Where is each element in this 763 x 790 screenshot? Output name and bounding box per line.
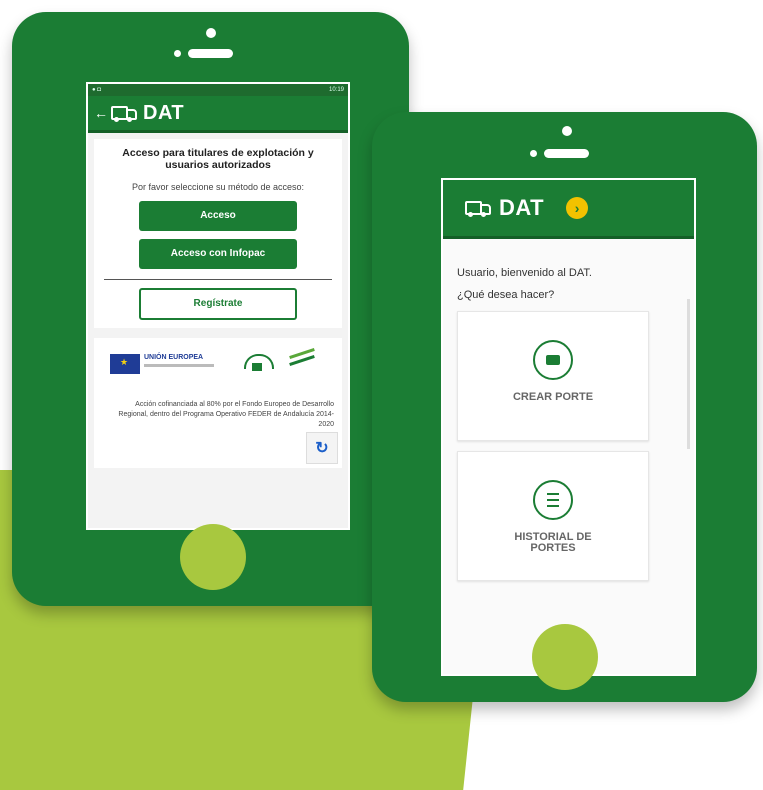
- create-porte-card[interactable]: CREAR PORTE: [457, 311, 649, 441]
- home-button[interactable]: [532, 624, 598, 690]
- junta-andalucia-logo: [244, 354, 274, 376]
- status-bar: ● ◘ 10:19: [88, 84, 348, 96]
- feder-logo: [279, 348, 319, 368]
- eu-label: UNIÓN EUROPEA: [144, 354, 204, 361]
- phone-speaker: [188, 49, 233, 58]
- home-button[interactable]: [180, 524, 246, 590]
- app-bar: ← DAT: [88, 96, 348, 133]
- app-bar: DAT ›: [443, 180, 694, 239]
- status-time: 10:19: [328, 87, 344, 93]
- welcome-text: Usuario, bienvenido al DAT.: [457, 267, 592, 279]
- action-label: CREAR PORTE: [512, 391, 594, 403]
- infopac-access-button[interactable]: Acceso con Infopac: [139, 239, 297, 269]
- home-content: Usuario, bienvenido al DAT. ¿Qué desea h…: [443, 239, 694, 674]
- app-title: DAT: [143, 101, 185, 124]
- chevron-right-icon[interactable]: ›: [566, 197, 589, 219]
- home-screen: DAT › Usuario, bienvenido al DAT. ¿Qué d…: [441, 178, 696, 676]
- eu-sublabel: [144, 364, 214, 367]
- app-title: DAT: [499, 195, 545, 220]
- phone-sensor: [530, 150, 537, 157]
- truck-icon: [465, 200, 491, 217]
- phone-frame-login: ● ◘ 10:19 ← DAT Acceso para titulares de…: [12, 12, 409, 606]
- phone-speaker: [544, 149, 589, 158]
- funding-footer: UNIÓN EUROPEA Acción cofinanciada al 80%…: [94, 338, 342, 468]
- funding-text: Acción cofinanciada al 80% por el Fondo …: [118, 401, 334, 428]
- question-text: ¿Qué desea hacer?: [457, 289, 555, 301]
- list-icon: [533, 480, 573, 520]
- phone-frame-home: DAT › Usuario, bienvenido al DAT. ¿Qué d…: [372, 112, 757, 702]
- truck-icon: [533, 340, 573, 380]
- login-screen: ● ◘ 10:19 ← DAT Acceso para titulares de…: [86, 82, 350, 530]
- phone-camera: [562, 126, 572, 136]
- recaptcha-icon[interactable]: ↻: [306, 432, 338, 464]
- access-prompt: Por favor seleccione su método de acceso…: [131, 182, 305, 192]
- login-heading: Acceso para titulares de explotación y u…: [122, 147, 314, 171]
- porte-history-card[interactable]: HISTORIAL DE PORTES: [457, 451, 649, 581]
- divider: [104, 279, 332, 280]
- status-icons-left: ● ◘: [92, 87, 101, 93]
- truck-icon: [111, 105, 137, 122]
- phone-sensor: [174, 50, 181, 57]
- access-button[interactable]: Acceso: [139, 201, 297, 231]
- phone-camera: [206, 28, 216, 38]
- register-button[interactable]: Regístrate: [139, 288, 297, 320]
- eu-flag-logo: [110, 354, 140, 374]
- action-label: HISTORIAL DE PORTES: [514, 531, 592, 554]
- scrollbar[interactable]: [687, 299, 690, 449]
- arrow-left-icon[interactable]: ←: [94, 105, 108, 121]
- login-card: Acceso para titulares de explotación y u…: [94, 139, 342, 328]
